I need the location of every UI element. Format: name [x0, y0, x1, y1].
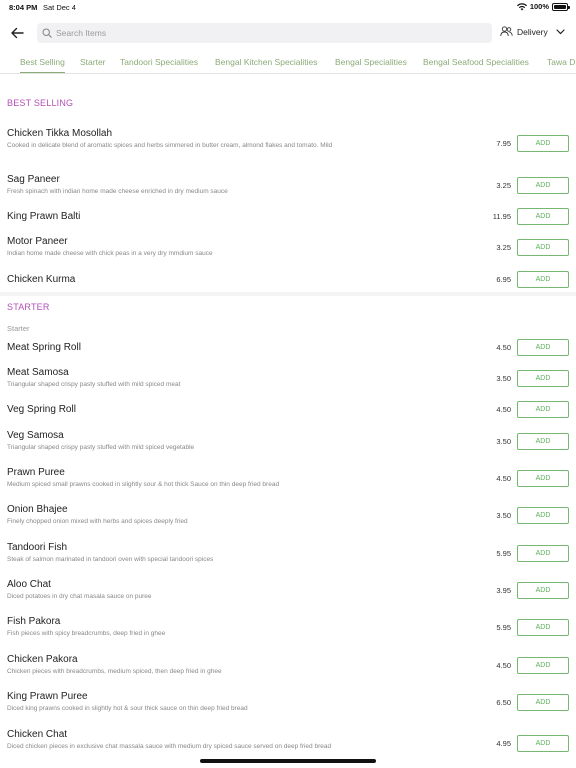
item-description: Cooked in delicate blend of aromatic spi…	[7, 142, 333, 149]
tab-bengal-seafood-specialities[interactable]: Bengal Seafood Specialities	[423, 57, 529, 67]
add-button[interactable]: ADD	[517, 582, 569, 599]
category-tabs: Best Selling Starter Tandoori Specialiti…	[0, 54, 576, 74]
add-button[interactable]: ADD	[517, 271, 569, 288]
item-price: 5.95	[496, 549, 511, 558]
item-price: 4.50	[496, 405, 511, 414]
item-name: Chicken Chat	[7, 729, 68, 740]
status-indicators: 100%	[516, 2, 570, 11]
item-price: 4.95	[496, 739, 511, 748]
tab-bengal-specialities[interactable]: Bengal Specialities	[335, 57, 407, 67]
item-name: Chicken Tikka Mosollah	[7, 128, 113, 139]
status-bar: 8:04 PM Sat Dec 4 100%	[0, 0, 576, 16]
item-description: Indian home made cheese with chick peas …	[7, 250, 213, 257]
add-button[interactable]: ADD	[517, 135, 569, 152]
item-name: Chicken Pakora	[7, 654, 78, 665]
item-description: Fresh spinach with indian home made chee…	[7, 188, 228, 195]
item-price: 5.95	[496, 623, 511, 632]
item-price: 4.50	[496, 343, 511, 352]
people-icon	[500, 26, 513, 37]
battery-percent: 100%	[529, 2, 549, 11]
battery-icon	[552, 2, 570, 11]
item-price: 11.95	[492, 212, 511, 221]
item-description: Finely chopped onion mixed with herbs an…	[7, 518, 188, 525]
add-button[interactable]: ADD	[517, 545, 569, 562]
add-button[interactable]: ADD	[517, 177, 569, 194]
tab-tandoori-specialities[interactable]: Tandoori Specialities	[120, 57, 198, 67]
item-name: Onion Bhajee	[7, 504, 68, 515]
add-button[interactable]: ADD	[517, 370, 569, 387]
item-name: Veg Spring Roll	[7, 404, 76, 415]
item-description: Triangular shaped crispy pasty stuffed w…	[7, 444, 195, 451]
add-button[interactable]: ADD	[517, 433, 569, 450]
item-price: 3.25	[496, 181, 511, 190]
item-price: 4.50	[496, 474, 511, 483]
search-icon	[42, 28, 52, 38]
item-description: Diced chicken pieces in exclusive chat m…	[7, 743, 332, 750]
item-description: Diced potatoes in dry chat masala sauce …	[7, 593, 152, 600]
item-price: 7.95	[496, 139, 511, 148]
add-button[interactable]: ADD	[517, 507, 569, 524]
item-price: 6.95	[496, 275, 511, 284]
item-name: King Prawn Balti	[7, 211, 81, 222]
item-name: Chicken Kurma	[7, 274, 76, 285]
tab-best-selling[interactable]: Best Selling	[20, 57, 65, 73]
subsection-label: Starter	[7, 324, 30, 333]
section-title-starter: STARTER	[7, 302, 50, 312]
item-name: Prawn Puree	[7, 467, 65, 478]
tab-starter[interactable]: Starter	[80, 57, 106, 67]
section-divider	[0, 292, 576, 296]
item-name: Meat Samosa	[7, 367, 69, 378]
item-price: 3.25	[496, 243, 511, 252]
item-name: King Prawn Puree	[7, 691, 88, 702]
item-price: 3.95	[496, 586, 511, 595]
item-description: Diced king prawns cooked in slightly hot…	[7, 705, 248, 712]
item-description: Medium spiced small prawns cooked in sli…	[7, 481, 280, 488]
search-input[interactable]	[56, 28, 476, 38]
item-description: Triangular shaped crispy pasty stuffed w…	[7, 381, 181, 388]
add-button[interactable]: ADD	[517, 239, 569, 256]
add-button[interactable]: ADD	[517, 339, 569, 356]
status-date: Sat Dec 4	[43, 3, 76, 12]
status-time: 8:04 PM	[9, 3, 38, 12]
item-description: Fish pieces with spicy breadcrumbs, deep…	[7, 630, 166, 637]
delivery-label: Delivery	[517, 26, 548, 37]
item-name: Sag Paneer	[7, 174, 60, 185]
add-button[interactable]: ADD	[517, 694, 569, 711]
home-indicator[interactable]	[200, 759, 376, 763]
item-name: Motor Paneer	[7, 236, 68, 247]
add-button[interactable]: ADD	[517, 401, 569, 418]
add-button[interactable]: ADD	[517, 735, 569, 752]
item-name: Veg Samosa	[7, 430, 64, 441]
tab-tawa[interactable]: Tawa D	[547, 57, 575, 67]
search-bar[interactable]	[37, 23, 492, 43]
tab-bengal-kitchen-specialities[interactable]: Bengal Kitchen Specialities	[215, 57, 318, 67]
add-button[interactable]: ADD	[517, 470, 569, 487]
item-name: Tandoori Fish	[7, 542, 68, 553]
arrow-left-icon[interactable]	[9, 25, 25, 41]
add-button[interactable]: ADD	[517, 208, 569, 225]
item-price: 3.50	[496, 511, 511, 520]
item-price: 3.50	[496, 437, 511, 446]
item-name: Fish Pakora	[7, 616, 61, 627]
item-price: 6.50	[496, 698, 511, 707]
wifi-icon	[516, 2, 527, 10]
item-price: 3.50	[496, 374, 511, 383]
section-title-best-selling: BEST SELLING	[7, 98, 74, 108]
add-button[interactable]: ADD	[517, 657, 569, 674]
item-description: Chicken pieces with breadcrumbs, medium …	[7, 668, 222, 675]
item-description: Steak of salmon marinated in tandoori ov…	[7, 556, 214, 563]
add-button[interactable]: ADD	[517, 619, 569, 636]
delivery-selector[interactable]: Delivery	[500, 26, 565, 37]
chevron-down-icon	[556, 28, 565, 34]
top-bar: Delivery	[0, 22, 576, 44]
item-name: Meat Spring Roll	[7, 342, 81, 353]
item-name: Aloo Chat	[7, 579, 51, 590]
item-price: 4.50	[496, 661, 511, 670]
